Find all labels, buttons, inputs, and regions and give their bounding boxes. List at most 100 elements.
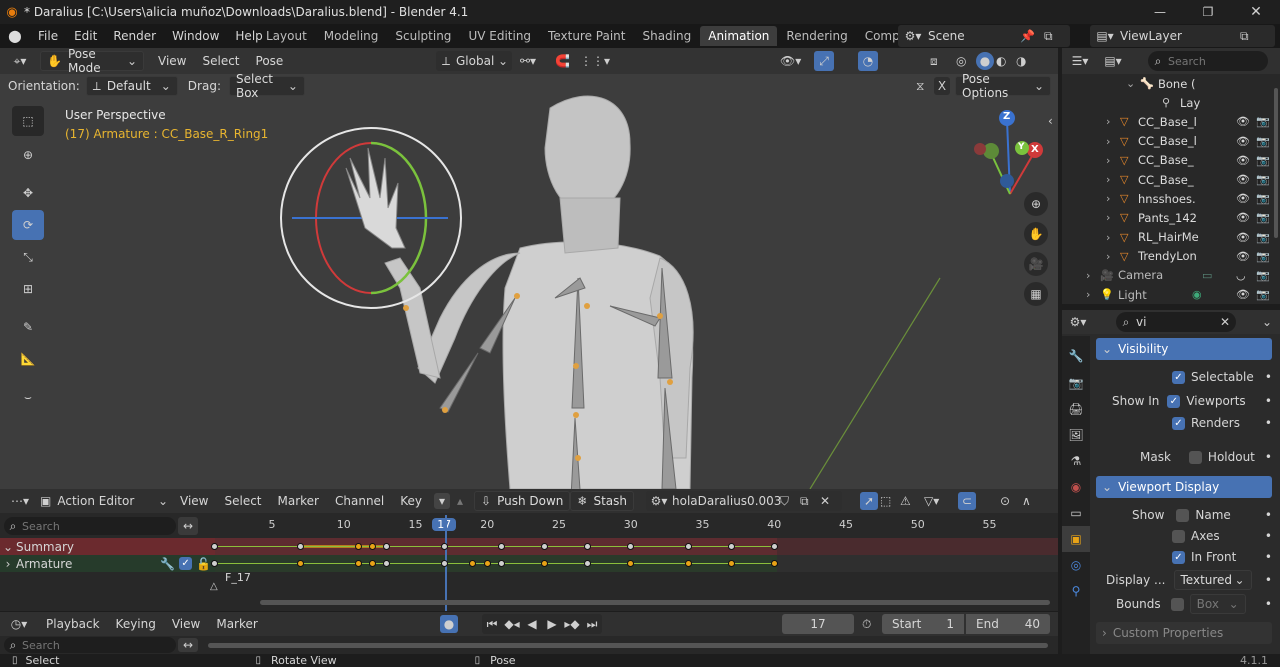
cursor-icon[interactable]: ⊕ bbox=[12, 140, 44, 170]
annotate-icon[interactable]: ✎ bbox=[12, 312, 44, 342]
render-camera-icon[interactable]: 📷 bbox=[1256, 288, 1270, 301]
renders-checkbox[interactable]: ✓ bbox=[1172, 416, 1185, 430]
expand-chevron-icon[interactable]: › bbox=[1106, 250, 1120, 263]
selectable-checkbox[interactable]: ✓ bbox=[1172, 370, 1185, 384]
frame-ruler[interactable]: 51015172025303540455055 bbox=[200, 515, 1058, 537]
action-menu-marker[interactable]: Marker bbox=[270, 494, 327, 508]
holdout-row[interactable]: Mask Holdout • bbox=[1096, 446, 1272, 468]
viewports-row[interactable]: Show In ✓ Viewports • bbox=[1096, 390, 1272, 412]
holdout-checkbox[interactable] bbox=[1188, 450, 1202, 464]
in-front-row[interactable]: ✓ In Front • bbox=[1096, 546, 1272, 568]
armature-keyframe[interactable] bbox=[368, 560, 376, 567]
eye-icon[interactable]: 👁 bbox=[1236, 154, 1250, 167]
start-frame-field[interactable]: Start 1 bbox=[882, 614, 964, 634]
relax-icon[interactable]: ⌣ bbox=[12, 382, 44, 412]
outliner-item[interactable]: › ▽ CC_Base_ 👁 📷 bbox=[1062, 170, 1280, 189]
outliner-item[interactable]: › ▽ CC_Base_ 👁 📷 bbox=[1062, 151, 1280, 170]
viewlayer-selector[interactable]: ▤▾ ViewLayer ⧉ bbox=[1090, 25, 1275, 47]
viewports-checkbox[interactable]: ✓ bbox=[1167, 394, 1181, 408]
new-scene-icon[interactable]: ⧉ bbox=[1044, 29, 1053, 44]
render-camera-icon[interactable]: 📷 bbox=[1256, 231, 1270, 244]
expand-chevron-icon[interactable]: › bbox=[1086, 288, 1100, 301]
armature-keyframe[interactable] bbox=[297, 560, 305, 567]
outliner-type-icon[interactable]: ☰▾ bbox=[1062, 54, 1098, 68]
render-tab-icon[interactable]: 📷 bbox=[1062, 370, 1090, 396]
scene-tab-icon[interactable]: ⚗ bbox=[1062, 448, 1090, 474]
armature-keyframe[interactable] bbox=[483, 560, 491, 567]
armature-keyframe[interactable] bbox=[383, 560, 391, 567]
action-menu-key[interactable]: Key bbox=[392, 494, 430, 508]
minimize-icon[interactable]: — bbox=[1150, 5, 1170, 19]
play-icon[interactable]: ▶ bbox=[542, 617, 562, 631]
keyframe-dot-icon[interactable]: • bbox=[1265, 370, 1272, 384]
workspace-tab-animation[interactable]: Animation bbox=[700, 26, 778, 46]
keyframe-dot-icon[interactable]: • bbox=[1265, 573, 1272, 587]
view-layer-tab-icon[interactable]: 🖼 bbox=[1062, 422, 1090, 448]
unlink-action-icon[interactable]: ✕ bbox=[820, 494, 830, 508]
armature-keyframe[interactable] bbox=[541, 560, 549, 567]
summary-keyframe[interactable] bbox=[297, 543, 305, 550]
select-box-icon[interactable]: ⬚ bbox=[12, 106, 44, 136]
scene-selector[interactable]: ⚙▾ Scene 📌 ⧉ bbox=[898, 25, 1070, 47]
workspace-tab-uv-editing[interactable]: UV Editing bbox=[460, 26, 539, 46]
action-browse-icon[interactable]: ⚙▾ bbox=[646, 494, 672, 508]
outliner-item[interactable]: ⌄ 🦴 Bone ( bbox=[1062, 74, 1280, 93]
outliner-item[interactable]: › 💡 Light ◉ 👁 📷 bbox=[1062, 285, 1280, 304]
only-selected-icon[interactable]: ➚ bbox=[860, 492, 878, 510]
world-tab-icon[interactable]: ◉ bbox=[1062, 474, 1090, 500]
timeline-type-icon[interactable]: ◷▾ bbox=[0, 617, 38, 631]
stash-button[interactable]: ❄ Stash bbox=[570, 491, 635, 511]
summary-keyframe[interactable] bbox=[727, 543, 735, 550]
summary-keyframe[interactable] bbox=[627, 543, 635, 550]
armature-keyframe[interactable] bbox=[584, 560, 592, 567]
keyframe-dot-icon[interactable]: • bbox=[1265, 416, 1272, 430]
expand-chevron-icon[interactable]: › bbox=[1106, 154, 1120, 167]
eye-icon[interactable]: 👁 bbox=[1236, 211, 1250, 224]
constraints-tab-icon[interactable]: ⚲ bbox=[1062, 578, 1090, 604]
summary-keyframe[interactable] bbox=[684, 543, 692, 550]
display-as-dropdown[interactable]: Textured ⌄ bbox=[1173, 570, 1252, 590]
bounds-checkbox[interactable] bbox=[1170, 597, 1184, 611]
render-camera-icon[interactable]: 📷 bbox=[1256, 192, 1270, 205]
next-keyframe-icon[interactable]: ▸◆ bbox=[562, 617, 582, 631]
show-errors-icon[interactable]: ⚠ bbox=[900, 494, 911, 508]
timeline-menu-view[interactable]: View bbox=[164, 617, 208, 631]
horizontal-scrollbar[interactable] bbox=[260, 600, 1050, 605]
channel-search[interactable]: ⌕ bbox=[4, 517, 176, 535]
armature-keyframe[interactable] bbox=[354, 560, 362, 567]
custom-properties-header[interactable]: › Custom Properties bbox=[1096, 622, 1272, 644]
physics-tab-icon[interactable]: ◎ bbox=[1062, 552, 1090, 578]
jump-end-icon[interactable]: ⏭ bbox=[582, 617, 602, 632]
outliner-item[interactable]: › ▽ hnsshoes. 👁 📷 bbox=[1062, 189, 1280, 208]
visibility-header[interactable]: ⌄ Visibility bbox=[1096, 338, 1272, 360]
render-camera-icon[interactable]: 📷 bbox=[1256, 135, 1270, 148]
workspace-tab-modeling[interactable]: Modeling bbox=[316, 26, 387, 46]
armature-keyframe[interactable] bbox=[469, 560, 477, 567]
selectable-row[interactable]: ✓ Selectable • bbox=[1096, 366, 1272, 388]
expand-chevron-icon[interactable]: ⌄ bbox=[1126, 77, 1140, 90]
maximize-icon[interactable]: ❐ bbox=[1198, 5, 1218, 19]
armature-keyframe[interactable] bbox=[770, 560, 778, 567]
end-frame-field[interactable]: End 40 bbox=[966, 614, 1050, 634]
armature-keyframe[interactable] bbox=[684, 560, 692, 567]
axes-row[interactable]: Axes • bbox=[1096, 526, 1272, 546]
expand-chevron-icon[interactable]: › bbox=[1106, 211, 1120, 224]
summary-keyframe[interactable] bbox=[354, 543, 362, 550]
expand-chevron-icon[interactable]: › bbox=[1106, 192, 1120, 205]
eye-icon[interactable]: 👁 bbox=[1236, 231, 1250, 244]
close-icon[interactable]: ✕ bbox=[1246, 4, 1266, 20]
auto-snap-icon[interactable]: ⊂ bbox=[958, 492, 976, 510]
timeline-menu-marker[interactable]: Marker bbox=[208, 617, 265, 631]
armature-keyframe[interactable] bbox=[498, 560, 506, 567]
show-name-row[interactable]: Show Name • bbox=[1096, 504, 1272, 526]
marker-icon[interactable]: △ bbox=[210, 581, 218, 592]
dopesheet-type-icon[interactable]: ⋯▾ bbox=[0, 494, 40, 508]
workspace-tab-texture-paint[interactable]: Texture Paint bbox=[540, 26, 633, 46]
menu-edit[interactable]: Edit bbox=[66, 29, 105, 43]
pin-icon[interactable]: 📌 bbox=[1020, 29, 1035, 43]
rotate-icon[interactable]: ⟳ bbox=[12, 210, 44, 240]
new-viewlayer-icon[interactable]: ⧉ bbox=[1240, 29, 1249, 44]
timeline-search-input[interactable] bbox=[22, 638, 162, 652]
new-action-icon[interactable]: ⧉ bbox=[800, 494, 809, 509]
menu-render[interactable]: Render bbox=[105, 29, 164, 43]
